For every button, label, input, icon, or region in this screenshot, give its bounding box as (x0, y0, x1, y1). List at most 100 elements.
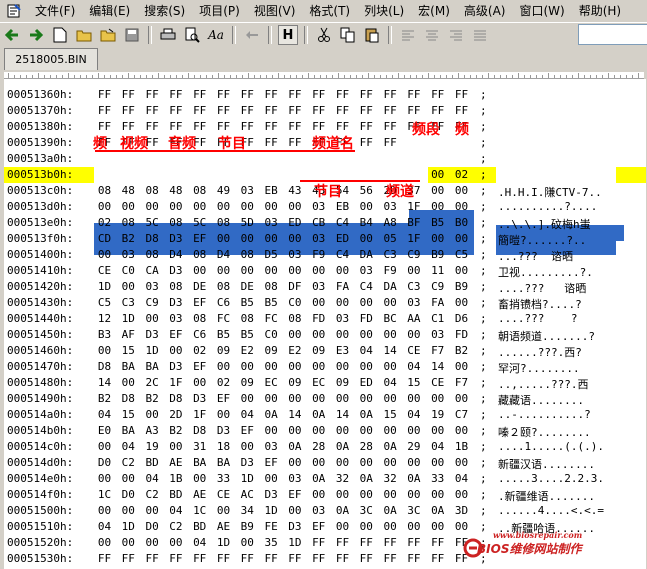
hex-byte[interactable]: D0 (96, 456, 113, 469)
hex-row[interactable]: 00051420h: 1D 00 03 08 DE 08 DE 08 DF 03 FA C4 DA C3 C9… (4, 279, 646, 295)
hex-byte[interactable]: 00 (358, 424, 375, 437)
hex-byte[interactable]: C2 (144, 488, 161, 501)
hex-byte[interactable]: 00 (405, 152, 422, 165)
ascii-text[interactable]: ....??? 谘晒 (498, 280, 586, 296)
hex-byte[interactable]: 00 (358, 520, 375, 533)
hex-byte[interactable]: 00 (286, 456, 303, 469)
hex-byte[interactable]: 00 (429, 200, 446, 213)
hex-byte[interactable]: 00 (239, 536, 256, 549)
hex-byte[interactable]: 08 (167, 280, 184, 293)
hex-byte[interactable]: 35 (191, 152, 208, 165)
hex-byte[interactable]: 00 (96, 344, 113, 357)
hex-byte[interactable]: CE (96, 264, 113, 277)
hex-byte[interactable]: C3 (382, 248, 399, 261)
hex-byte[interactable]: FF (120, 120, 137, 133)
hex-byte[interactable]: 00 (239, 232, 256, 245)
hex-byte[interactable]: FF (191, 552, 208, 565)
forward-arrow-icon[interactable] (26, 25, 46, 45)
copy-icon[interactable] (338, 25, 358, 45)
hex-byte[interactable]: 43 (263, 152, 280, 165)
ascii-text[interactable]: ..,.....???.西 (498, 376, 588, 392)
hex-byte[interactable]: 00 (453, 264, 470, 277)
hex-byte[interactable]: 00 (358, 488, 375, 501)
hex-byte[interactable]: 2C (144, 376, 161, 389)
hex-byte[interactable]: FF (310, 552, 327, 565)
hex-byte[interactable]: 04 (120, 440, 137, 453)
hex-byte[interactable]: 09 (239, 376, 256, 389)
hex-byte[interactable]: 03 (429, 328, 446, 341)
hex-byte[interactable]: 0A (382, 440, 399, 453)
hex-byte[interactable]: FF (334, 120, 351, 133)
hex-byte[interactable]: 00 (120, 200, 137, 213)
hex-byte[interactable]: 49 (215, 184, 232, 197)
ascii-text[interactable]: 畜捎镄档?....? (498, 296, 582, 312)
hex-byte[interactable]: 12 (96, 312, 113, 325)
hex-byte[interactable]: B3 (96, 328, 113, 341)
hex-byte[interactable]: 2D (167, 408, 184, 421)
hex-byte[interactable]: E9 (239, 152, 256, 165)
hex-byte[interactable]: C6 (191, 328, 208, 341)
hex-byte[interactable]: 00 (453, 456, 470, 469)
hex-byte[interactable]: C3 (120, 296, 137, 309)
hex-byte[interactable]: 00 (310, 488, 327, 501)
hex-row[interactable]: 00051410h: CE C0 CA D3 00 00 00 00 00 00 00 03 F9 00 11… (4, 263, 646, 279)
hex-row[interactable]: 00051460h: 00 15 1D 00 02 09 E2 09 E2 09 E3 04 14 CE F7… (4, 343, 646, 359)
align-center-icon[interactable] (422, 25, 442, 45)
font-icon[interactable]: Aa (206, 25, 226, 45)
hex-byte[interactable]: 0A (405, 472, 422, 485)
ascii-text[interactable]: 新疆汉语........ (498, 456, 595, 472)
hex-byte[interactable]: 00 (358, 392, 375, 405)
hex-byte[interactable]: 00 (310, 296, 327, 309)
hex-byte[interactable]: 00 (382, 296, 399, 309)
hex-byte[interactable]: 00 (382, 392, 399, 405)
hex-byte[interactable]: F7 (429, 344, 446, 357)
hex-byte[interactable]: BD (167, 488, 184, 501)
hex-byte[interactable]: 00 (167, 168, 184, 181)
hex-byte[interactable]: 00 (263, 168, 280, 181)
hex-byte[interactable]: BA (215, 456, 232, 469)
hex-byte[interactable]: C6 (215, 296, 232, 309)
hex-byte[interactable]: 00 (405, 264, 422, 277)
menu-item[interactable]: 文件(F) (28, 0, 82, 22)
hex-byte[interactable]: 02 (96, 216, 113, 229)
hex-byte[interactable]: 00 (144, 200, 161, 213)
hex-byte[interactable]: 02 (453, 168, 470, 181)
hex-byte[interactable]: BA (120, 360, 137, 373)
hex-byte[interactable]: 08 (96, 184, 113, 197)
hex-row[interactable]: 00051430h: C5 C3 C9 D3 EF C6 B5 B5 C0 00 00 00 00 03 FA… (4, 295, 646, 311)
hex-byte[interactable]: 04 (358, 344, 375, 357)
hex-byte[interactable]: 03 (358, 264, 375, 277)
menu-item[interactable]: 高级(A) (457, 0, 513, 22)
hex-byte[interactable]: EF (239, 424, 256, 437)
ascii-text[interactable]: 卫视.........?. (498, 264, 593, 280)
hex-byte[interactable]: B5 (263, 296, 280, 309)
hex-byte[interactable]: 32 (382, 472, 399, 485)
hex-byte[interactable]: FD (453, 328, 470, 341)
hex-byte[interactable]: DF (286, 280, 303, 293)
hex-byte[interactable]: 03 (334, 312, 351, 325)
hex-byte[interactable]: 00 (286, 360, 303, 373)
hex-byte[interactable]: FF (263, 552, 280, 565)
hex-byte[interactable]: D3 (167, 296, 184, 309)
ascii-text[interactable]: 簡暟?......?.. (498, 232, 586, 248)
hex-byte[interactable]: A8 (382, 216, 399, 229)
hex-byte[interactable]: D5 (263, 248, 280, 261)
hex-byte[interactable]: 14 (429, 360, 446, 373)
hex-row[interactable]: 00051470h: D8 BA BA D3 EF 00 00 00 00 00 00 00 00 04 14… (4, 359, 646, 375)
hex-byte[interactable]: 00 (191, 472, 208, 485)
ascii-text[interactable]: 罕河?........ (498, 360, 580, 376)
hex-byte[interactable]: B0 (453, 216, 470, 229)
hex-byte[interactable]: 1F (191, 408, 208, 421)
hex-byte[interactable]: FF (96, 104, 113, 117)
hex-byte[interactable]: 02 (215, 376, 232, 389)
ascii-text[interactable]: ...??? 谘晒 (498, 248, 573, 264)
menu-item[interactable]: 项目(P) (192, 0, 247, 22)
hex-byte[interactable]: C9 (144, 296, 161, 309)
hex-byte[interactable]: 03 (120, 248, 137, 261)
hex-byte[interactable]: BA (191, 456, 208, 469)
hex-row[interactable]: 000513a0h: 34 08 34 08 35 03 E9 43 43 54 56 2D 31 00 00… (4, 151, 646, 167)
file-tab[interactable]: 2518005.BIN (4, 48, 98, 70)
hex-byte[interactable]: D3 (191, 392, 208, 405)
hex-byte[interactable]: 00 (334, 328, 351, 341)
hex-byte[interactable]: 15 (120, 408, 137, 421)
